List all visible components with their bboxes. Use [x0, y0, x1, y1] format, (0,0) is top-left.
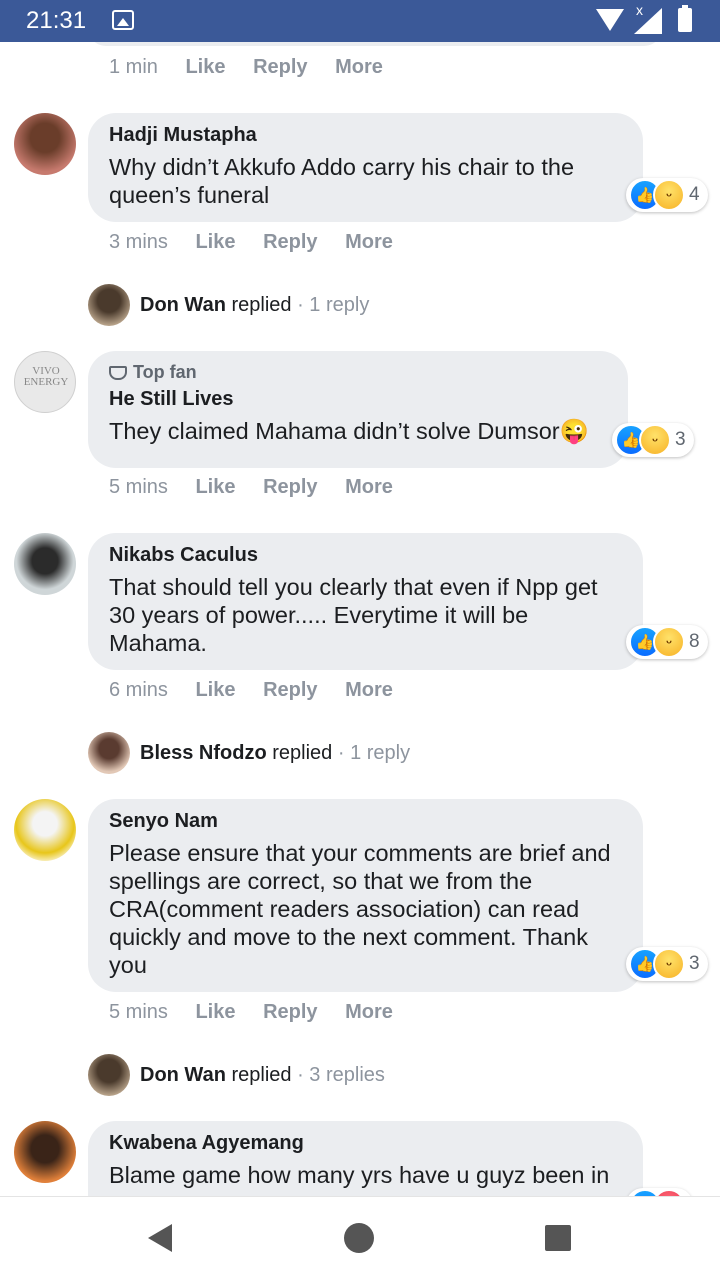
comment-text: Blame game how many yrs have u guyz been…: [109, 1162, 610, 1188]
reaction-count: 3: [689, 953, 700, 974]
status-time: 21:31: [26, 7, 87, 34]
reply-verb: replied: [231, 1064, 292, 1086]
comment-author[interactable]: Nikabs Caculus: [109, 543, 623, 567]
avatar[interactable]: [14, 1121, 76, 1183]
like-button[interactable]: Like: [185, 56, 225, 78]
reply-verb: replied: [272, 742, 333, 764]
comment-author[interactable]: Hadji Mustapha: [109, 123, 623, 147]
view-replies-link[interactable]: Don Wan replied · 3 replies: [140, 1064, 385, 1087]
avatar[interactable]: [88, 732, 130, 774]
comment-author[interactable]: Kwabena Agyemang: [109, 1131, 623, 1155]
reply-author: Bless Nfodzo: [140, 742, 267, 764]
haha-reaction-icon: ᵕ: [653, 626, 685, 658]
comment-author[interactable]: Senyo Nam: [109, 809, 623, 833]
avatar[interactable]: VIVO ENERGY: [14, 351, 76, 413]
no-data-icon: x: [636, 2, 643, 18]
comment-time: 3 mins: [109, 231, 168, 253]
reaction-count: 4: [689, 184, 700, 205]
comment-bubble[interactable]: Senyo Nam Please ensure that your commen…: [88, 799, 643, 992]
comment-text: Why didn’t Akkufo Addo carry his chair t…: [109, 154, 575, 208]
comments-feed[interactable]: 1 min Like Reply More Hadji Mustapha Why…: [0, 42, 720, 1196]
reply-author: Don Wan: [140, 294, 226, 316]
like-button[interactable]: Like: [195, 679, 235, 701]
top-fan-badge: Top fan: [109, 361, 608, 383]
reaction-summary[interactable]: 👍 ᵕ 3: [626, 947, 708, 981]
avatar[interactable]: [14, 113, 76, 175]
reply-count: · 1 reply: [297, 294, 370, 316]
reply-count: · 1 reply: [337, 742, 411, 764]
view-replies-link[interactable]: Don Wan replied · 1 reply: [140, 294, 369, 317]
like-button[interactable]: Like: [195, 231, 235, 253]
comment-meta: 5 mins Like Reply More: [109, 1001, 415, 1024]
comment-author[interactable]: He Still Lives: [109, 387, 608, 411]
comment-bubble[interactable]: Nikabs Caculus That should tell you clea…: [88, 533, 643, 670]
reply-button[interactable]: Reply: [263, 679, 317, 701]
reply-verb: replied: [231, 294, 292, 316]
comment-meta: 3 mins Like Reply More: [109, 231, 415, 254]
comment-time: 5 mins: [109, 1001, 168, 1023]
like-button[interactable]: Like: [195, 476, 235, 498]
comment-meta: 5 mins Like Reply More: [109, 476, 415, 499]
avatar[interactable]: [14, 799, 76, 861]
avatar[interactable]: [88, 284, 130, 326]
like-button[interactable]: Like: [195, 1001, 235, 1023]
reaction-summary[interactable]: 👍 ᵕ 3: [612, 423, 694, 457]
comment-meta: 6 mins Like Reply More: [109, 679, 415, 702]
reaction-count: 8: [689, 631, 700, 652]
haha-reaction-icon: ᵕ: [653, 179, 685, 211]
reaction-summary[interactable]: 👍 ᵕ 8: [626, 625, 708, 659]
reply-button[interactable]: Reply: [253, 56, 307, 78]
previous-comment-bubble: [88, 42, 662, 46]
avatar[interactable]: [88, 1054, 130, 1096]
comment-time: 5 mins: [109, 476, 168, 498]
comment-time: 6 mins: [109, 679, 168, 701]
comment-text: Please ensure that your comments are bri…: [109, 840, 611, 978]
reply-author: Don Wan: [140, 1064, 226, 1086]
more-button[interactable]: More: [345, 1001, 393, 1023]
status-bar: 21:31 x: [0, 0, 720, 42]
comment-meta: 1 min Like Reply More: [109, 56, 405, 79]
battery-icon: [678, 5, 692, 32]
more-button[interactable]: More: [345, 679, 393, 701]
back-icon[interactable]: [148, 1224, 172, 1252]
reply-button[interactable]: Reply: [263, 476, 317, 498]
more-button[interactable]: More: [345, 231, 393, 253]
navigation-bar: [0, 1196, 720, 1281]
more-button[interactable]: More: [345, 476, 393, 498]
comment-bubble[interactable]: Kwabena Agyemang Blame game how many yrs…: [88, 1121, 643, 1196]
haha-reaction-icon: ᵕ: [639, 424, 671, 456]
comment-bubble[interactable]: Top fan He Still Lives They claimed Maha…: [88, 351, 628, 468]
wifi-icon: [596, 9, 624, 31]
reaction-summary[interactable]: 👍: [626, 1188, 693, 1196]
image-notification-icon: [112, 10, 134, 30]
haha-reaction-icon: ᵕ: [653, 948, 685, 980]
comment-time: 1 min: [109, 56, 158, 78]
avatar[interactable]: [14, 533, 76, 595]
reaction-count: 3: [675, 429, 686, 450]
love-reaction-icon: [653, 1189, 685, 1196]
diamond-icon: [109, 366, 127, 381]
more-button[interactable]: More: [335, 56, 383, 78]
reply-button[interactable]: Reply: [263, 231, 317, 253]
recent-apps-icon[interactable]: [545, 1225, 571, 1251]
comment-text: They claimed Mahama didn’t solve Dumsor😜: [109, 418, 589, 444]
avatar-logo: VIVO ENERGY: [23, 365, 69, 388]
home-icon[interactable]: [344, 1223, 374, 1253]
comment-text: That should tell you clearly that even i…: [109, 574, 598, 656]
reply-button[interactable]: Reply: [263, 1001, 317, 1023]
reply-count: · 3 replies: [297, 1064, 385, 1086]
view-replies-link[interactable]: Bless Nfodzo replied · 1 reply: [140, 742, 410, 765]
reaction-summary[interactable]: 👍 ᵕ 4: [626, 178, 708, 212]
comment-bubble[interactable]: Hadji Mustapha Why didn’t Akkufo Addo ca…: [88, 113, 643, 222]
